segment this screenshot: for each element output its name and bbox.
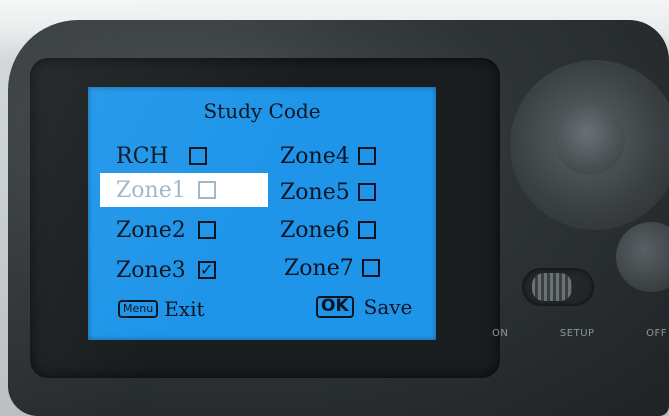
exit-button[interactable]: Menu Exit: [118, 297, 205, 321]
option-zone4[interactable]: Zone4: [280, 139, 376, 173]
exit-label: Exit: [164, 297, 205, 321]
dpad-center-button[interactable]: [555, 105, 625, 175]
option-label: Zone2: [116, 217, 186, 243]
switch-label-setup: SETUP: [559, 328, 595, 339]
empty-checkbox-icon[interactable]: [357, 147, 376, 165]
checkmark-icon[interactable]: ✓: [197, 261, 216, 279]
switch-labels: ON SETUP OFF: [492, 328, 667, 339]
empty-checkbox-icon[interactable]: [197, 181, 216, 199]
option-label: Zone1: [116, 177, 186, 203]
switch-label-on: ON: [492, 328, 509, 339]
option-label: Zone4: [280, 143, 350, 169]
empty-checkbox-icon[interactable]: [361, 259, 380, 277]
save-button[interactable]: OK Save: [316, 295, 412, 319]
screen-title: Study Code: [203, 99, 321, 123]
option-zone1[interactable]: Zone1: [100, 173, 268, 207]
option-zone5[interactable]: Zone5: [280, 175, 376, 209]
option-rch[interactable]: RCH: [116, 139, 207, 173]
option-zone2[interactable]: Zone2: [116, 213, 216, 247]
save-label: Save: [363, 295, 413, 319]
option-label: Zone7: [284, 255, 354, 281]
empty-checkbox-icon[interactable]: [357, 221, 376, 239]
empty-checkbox-icon[interactable]: [197, 221, 216, 239]
option-label: RCH: [116, 143, 169, 169]
mode-switch-knob[interactable]: [532, 273, 572, 301]
option-zone7[interactable]: Zone7: [284, 251, 380, 285]
option-label: Zone6: [280, 217, 350, 243]
option-label: Zone5: [280, 179, 350, 205]
lcd-screen: Study Code RCH Zone1 Zone2 Zone3 ✓ Zone4…: [88, 87, 436, 340]
option-zone6[interactable]: Zone6: [280, 213, 376, 247]
option-zone3[interactable]: Zone3 ✓: [116, 253, 216, 287]
option-label: Zone3: [116, 257, 186, 283]
empty-checkbox-icon[interactable]: [357, 183, 376, 201]
ok-key-icon: OK: [316, 296, 354, 318]
empty-checkbox-icon[interactable]: [188, 147, 207, 165]
switch-label-off: OFF: [646, 328, 667, 339]
menu-key-icon: Menu: [118, 300, 159, 318]
